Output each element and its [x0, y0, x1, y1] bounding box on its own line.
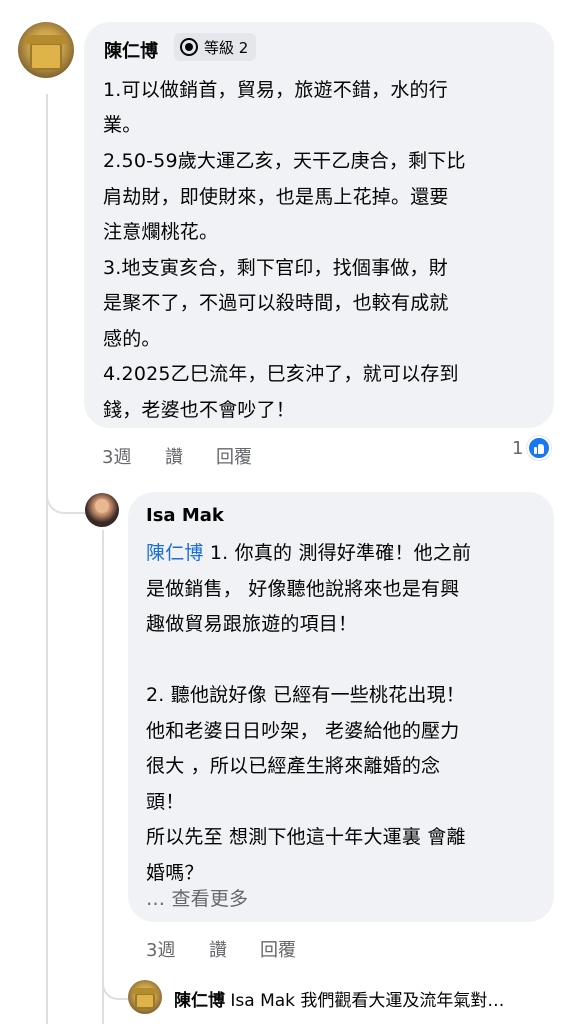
- comment-text-fragment: 1. 你真的 測得好準確！他之前: [203, 542, 472, 564]
- comment-text-line: 頭！: [146, 791, 185, 813]
- comment-text-line: 他和老婆日日吵架， 老婆給他的壓力: [146, 720, 460, 742]
- comment-text-line: 婚嗎？: [146, 862, 204, 884]
- reaction-summary[interactable]: 1: [512, 436, 552, 460]
- reply-preview[interactable]: 陳仁博 Isa Mak 我們觀看大運及流年氣對…: [174, 986, 504, 1011]
- avatar[interactable]: [128, 980, 162, 1014]
- comment-text-line: 很大 ，所以已經產生將來離婚的念: [146, 755, 441, 777]
- thread-line: [46, 94, 48, 1024]
- comment-author[interactable]: Isa Mak: [146, 505, 224, 526]
- mention-link[interactable]: 陳仁博: [146, 542, 204, 564]
- comment-text-line: 注意爛桃花。: [103, 221, 219, 243]
- reaction-count: 1: [512, 437, 524, 459]
- comment-timestamp[interactable]: 3週: [146, 936, 175, 962]
- reply-button[interactable]: 回覆: [260, 936, 296, 962]
- comment-text-line: 錢，老婆也不會吵了！: [103, 399, 296, 421]
- comment-text-line: 是做銷售， 好像聽他說將來也是有興: [146, 578, 460, 600]
- thread-connector: [46, 478, 86, 514]
- thread-connector-nested: [102, 968, 128, 1000]
- comment-text-line: 感的。: [103, 328, 161, 350]
- reply-author: 陳仁博: [174, 991, 225, 1011]
- comment-thread: 陳仁博 等級 2 1.可以做銷首，貿易，旅遊不錯，水的行 業。 2.50-59歲…: [0, 0, 571, 1024]
- avatar[interactable]: [85, 493, 119, 527]
- comment-text-line: 趣做貿易跟旅遊的項目！: [146, 613, 358, 635]
- level-badge[interactable]: 等級 2: [174, 33, 257, 61]
- like-button[interactable]: 讚: [209, 936, 227, 962]
- see-more-link[interactable]: … 查看更多: [146, 884, 248, 911]
- comment-text-line: 3.地支寅亥合，剩下官印，找個事做，財: [103, 257, 448, 279]
- comment-text-line: 所以先至 想測下他這十年大運裏 會離: [146, 826, 466, 848]
- comment-text-line: 4.2025乙巳流年，巳亥沖了，就可以存到: [103, 363, 459, 385]
- like-icon: [527, 436, 552, 460]
- reply-bubble: Isa Mak 陳仁博 1. 你真的 測得好準確！他之前 是做銷售， 好像聽他說…: [128, 492, 554, 922]
- thread-line-nested: [102, 530, 104, 1024]
- avatar[interactable]: [18, 22, 74, 78]
- badge-icon: [180, 38, 198, 56]
- comment-text-line: 陳仁博 1. 你真的 測得好準確！他之前: [146, 538, 471, 565]
- badge-label: 等級 2: [204, 38, 249, 57]
- comment-author[interactable]: 陳仁博: [104, 37, 158, 63]
- comment-text-line: 2.50-59歲大運乙亥，天干乙庚合，剩下比: [103, 150, 466, 172]
- comment-text-line: 肩劫財，即使財來，也是馬上花掉。還要: [103, 186, 449, 208]
- comment-timestamp[interactable]: 3週: [102, 443, 131, 469]
- like-button[interactable]: 讚: [165, 443, 183, 469]
- reply-button[interactable]: 回覆: [216, 443, 252, 469]
- comment-text-line: 2. 聽他說好像 已經有一些桃花出現！: [146, 684, 466, 706]
- reply-text: Isa Mak 我們觀看大運及流年氣對…: [230, 991, 505, 1011]
- comment-text-line: 1.可以做銷首，貿易，旅遊不錯，水的行: [103, 79, 448, 101]
- comment-bubble: 陳仁博 等級 2 1.可以做銷首，貿易，旅遊不錯，水的行 業。 2.50-59歲…: [84, 22, 554, 428]
- comment-text-line: 業。: [103, 114, 142, 136]
- comment-text-line: 是聚不了，不過可以殺時間，也較有成就: [103, 292, 449, 314]
